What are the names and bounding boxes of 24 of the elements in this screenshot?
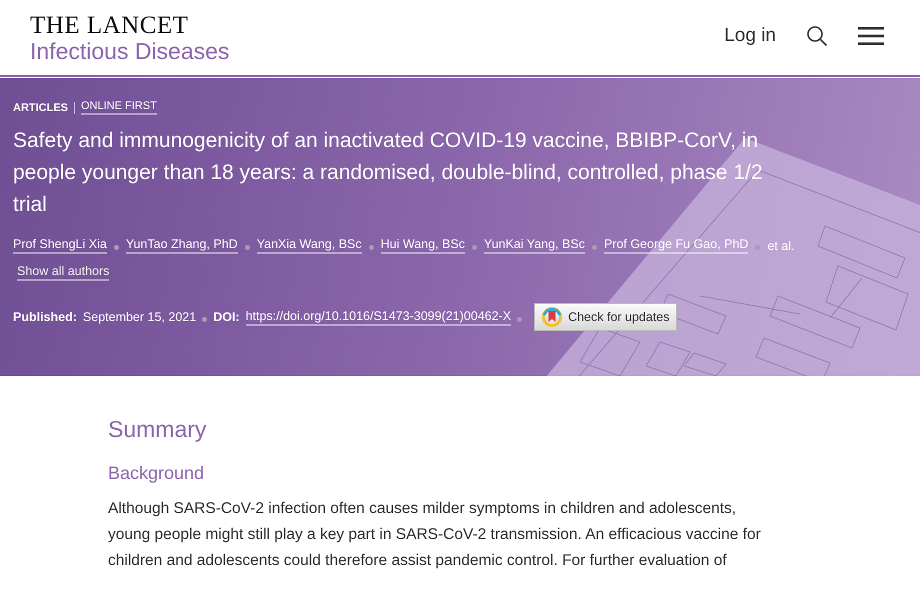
search-icon[interactable] [806,24,828,46]
login-link[interactable]: Log in [724,24,776,46]
journal-name[interactable]: Infectious Diseases [30,38,230,64]
background-paragraph: Although SARS-CoV-2 infection often causes milder symptoms in children and adolescents, young people might still play a key part in SARS-CoV-2 transmission. An efficacious vaccine for children and adolescents could therefore assist pandemic control. For further evaluation of [108,499,762,571]
section-label: ARTICLES [13,102,68,114]
show-all-authors-link[interactable]: Show all authors [17,264,110,281]
published-date: September 15, 2021 [82,310,196,324]
article-title: Safety and immunogenicity of an inactivated COVID-19 vaccine, BBIBP-CorV, in people younger than 18 years: a randomised, double-blind, controlled, phase 1/2 trial [13,128,764,218]
author-link[interactable]: Prof ShengLi Xia [13,237,107,254]
author-link[interactable]: Hui Wang, BSc [380,237,465,254]
summary-heading: Summary [108,416,208,443]
published-label: Published: [13,310,77,324]
menu-icon[interactable] [858,26,884,46]
author-link[interactable]: YunKai Yang, BSc [484,237,585,254]
online-first-link[interactable]: ONLINE FIRST [81,100,157,115]
journal-brand[interactable]: THE LANCET [30,12,230,38]
et-al-text: et al. [767,238,795,252]
check-for-updates-button[interactable]: Check for updates [534,303,677,331]
author-link[interactable]: YunTao Zhang, PhD [126,237,238,254]
author-link[interactable]: YanXia Wang, BSc [256,237,362,254]
bookmark-ring-icon [541,306,564,328]
doi-label: DOI: [213,310,240,324]
background-heading: Background [108,463,206,484]
doi-link[interactable]: https://doi.org/10.1016/S1473-3099(21)00462-X [246,308,512,326]
